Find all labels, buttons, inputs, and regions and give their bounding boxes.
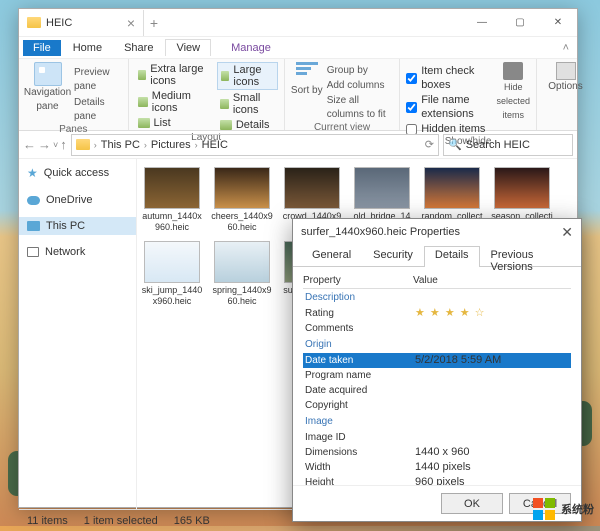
- sidebar-item-this-pc[interactable]: This PC: [19, 217, 136, 235]
- menu-share[interactable]: Share: [114, 40, 163, 56]
- new-tab-button[interactable]: +: [144, 15, 164, 31]
- prop-date-taken[interactable]: Date taken5/2/2018 5:59 AM: [303, 353, 571, 368]
- tab-close-icon[interactable]: ×: [127, 15, 135, 31]
- crumb-heic[interactable]: HEIC: [202, 139, 228, 151]
- tab-heic[interactable]: HEIC ×: [19, 10, 144, 36]
- prop-image-id[interactable]: Image ID: [303, 430, 571, 445]
- section-image: Image: [303, 413, 571, 430]
- crumb-this-pc[interactable]: This PC: [101, 139, 140, 151]
- prop-width[interactable]: Width1440 pixels: [303, 460, 571, 475]
- layout-small[interactable]: Small icons: [217, 91, 278, 117]
- details-pane-button[interactable]: Details pane: [74, 96, 122, 124]
- nav-pane-icon: [34, 62, 62, 86]
- properties-dialog: surfer_1440x960.heic Properties ✕ Genera…: [292, 218, 582, 522]
- status-count: 11 items: [27, 515, 68, 527]
- close-icon[interactable]: ✕: [539, 9, 577, 37]
- options-button[interactable]: Options: [543, 62, 588, 94]
- ribbon: Navigation pane Preview pane Details pan…: [19, 59, 577, 131]
- rating-stars: ★ ★ ★ ★ ☆: [415, 306, 486, 321]
- tab-previous-versions[interactable]: Previous Versions: [480, 246, 573, 267]
- forward-icon[interactable]: →: [38, 137, 51, 152]
- ribbon-collapse-icon[interactable]: ˄: [555, 42, 577, 54]
- folder-icon: [76, 139, 90, 150]
- cloud-icon: [27, 196, 40, 205]
- layout-extra-large[interactable]: Extra large icons: [135, 62, 213, 88]
- search-icon: 🔍: [448, 138, 462, 151]
- menu-manage[interactable]: Manage: [221, 40, 281, 56]
- menu-view[interactable]: View: [165, 39, 211, 56]
- minimize-icon[interactable]: —: [463, 9, 501, 37]
- star-icon: ★: [27, 166, 38, 180]
- section-description: Description: [303, 289, 571, 306]
- col-property: Property: [303, 275, 413, 286]
- back-icon[interactable]: ←: [23, 137, 36, 152]
- check-file-extensions[interactable]: File name extensions: [406, 93, 492, 121]
- pc-icon: [27, 221, 40, 231]
- refresh-icon[interactable]: ⟳: [425, 138, 434, 151]
- file-item[interactable]: autumn_1440x960.heic: [141, 167, 203, 233]
- sort-by-button[interactable]: Sort by: [291, 62, 323, 98]
- hide-icon: [503, 62, 523, 80]
- prop-dimensions[interactable]: Dimensions1440 x 960: [303, 445, 571, 460]
- layout-list[interactable]: List: [135, 116, 213, 130]
- layout-details[interactable]: Details: [217, 118, 278, 132]
- crumb-pictures[interactable]: Pictures: [151, 139, 191, 151]
- prop-comments[interactable]: Comments: [303, 321, 571, 336]
- menu-home[interactable]: Home: [63, 40, 112, 56]
- layout-large[interactable]: Large icons: [217, 62, 278, 90]
- tab-details[interactable]: Details: [424, 246, 480, 267]
- dialog-titlebar[interactable]: surfer_1440x960.heic Properties ✕: [293, 219, 581, 245]
- menu-file[interactable]: File: [23, 40, 61, 56]
- status-size: 165 KB: [174, 515, 210, 527]
- history-dropdown-icon[interactable]: ˅: [53, 140, 58, 150]
- prop-copyright[interactable]: Copyright: [303, 398, 571, 413]
- sidebar-item-quick-access[interactable]: ★Quick access: [19, 163, 136, 183]
- folder-icon: [27, 17, 41, 28]
- address-bar[interactable]: › This PC › Pictures › HEIC ⟳: [71, 134, 439, 156]
- status-selected: 1 item selected: [84, 515, 158, 527]
- prop-rating[interactable]: Rating★ ★ ★ ★ ☆: [303, 306, 571, 321]
- tab-title: HEIC: [46, 17, 72, 29]
- prop-date-acquired[interactable]: Date acquired: [303, 383, 571, 398]
- network-icon: [27, 247, 39, 257]
- size-columns-button[interactable]: Size all columns to fit: [327, 94, 394, 122]
- file-item[interactable]: ski_jump_1440x960.heic: [141, 241, 203, 307]
- up-icon[interactable]: ↑: [60, 137, 67, 152]
- hide-selected-button[interactable]: Hide selected items: [496, 62, 530, 122]
- prop-program-name[interactable]: Program name: [303, 368, 571, 383]
- sidebar-item-network[interactable]: Network: [19, 243, 136, 261]
- file-item[interactable]: spring_1440x960.heic: [211, 241, 273, 307]
- dialog-close-icon[interactable]: ✕: [561, 224, 573, 241]
- section-origin: Origin: [303, 336, 571, 353]
- tab-general[interactable]: General: [301, 246, 362, 267]
- layout-medium[interactable]: Medium icons: [135, 89, 213, 115]
- sidebar-item-onedrive[interactable]: OneDrive: [19, 191, 136, 209]
- add-columns-button[interactable]: Add columns: [327, 79, 394, 93]
- check-item-checkboxes[interactable]: Item check boxes: [406, 64, 492, 92]
- address-row: ← → ˅ ↑ › This PC › Pictures › HEIC ⟳ 🔍 …: [19, 131, 577, 159]
- tab-security[interactable]: Security: [362, 246, 424, 267]
- maximize-icon[interactable]: ▢: [501, 9, 539, 37]
- dialog-title: surfer_1440x960.heic Properties: [301, 226, 460, 238]
- file-item[interactable]: cheers_1440x960.heic: [211, 167, 273, 233]
- prop-height[interactable]: Height960 pixels: [303, 475, 571, 485]
- navigation-pane-button[interactable]: Navigation pane: [25, 62, 70, 114]
- sidebar: ★Quick access OneDrive This PC Network: [19, 159, 137, 509]
- col-value: Value: [413, 275, 438, 286]
- watermark: 系统粉: [533, 498, 594, 520]
- ribbon-tabs: File Home Share View Manage ˄: [19, 37, 577, 59]
- ok-button[interactable]: OK: [441, 493, 503, 514]
- preview-pane-button[interactable]: Preview pane: [74, 66, 122, 94]
- search-input[interactable]: 🔍 Search HEIC: [443, 134, 573, 156]
- dialog-body: Property Value Description Rating★ ★ ★ ★…: [293, 267, 581, 485]
- options-icon: [556, 62, 576, 80]
- microsoft-logo-icon: [533, 498, 555, 520]
- group-by-button[interactable]: Group by: [327, 64, 394, 78]
- tab-strip: HEIC × + — ▢ ✕: [19, 9, 577, 37]
